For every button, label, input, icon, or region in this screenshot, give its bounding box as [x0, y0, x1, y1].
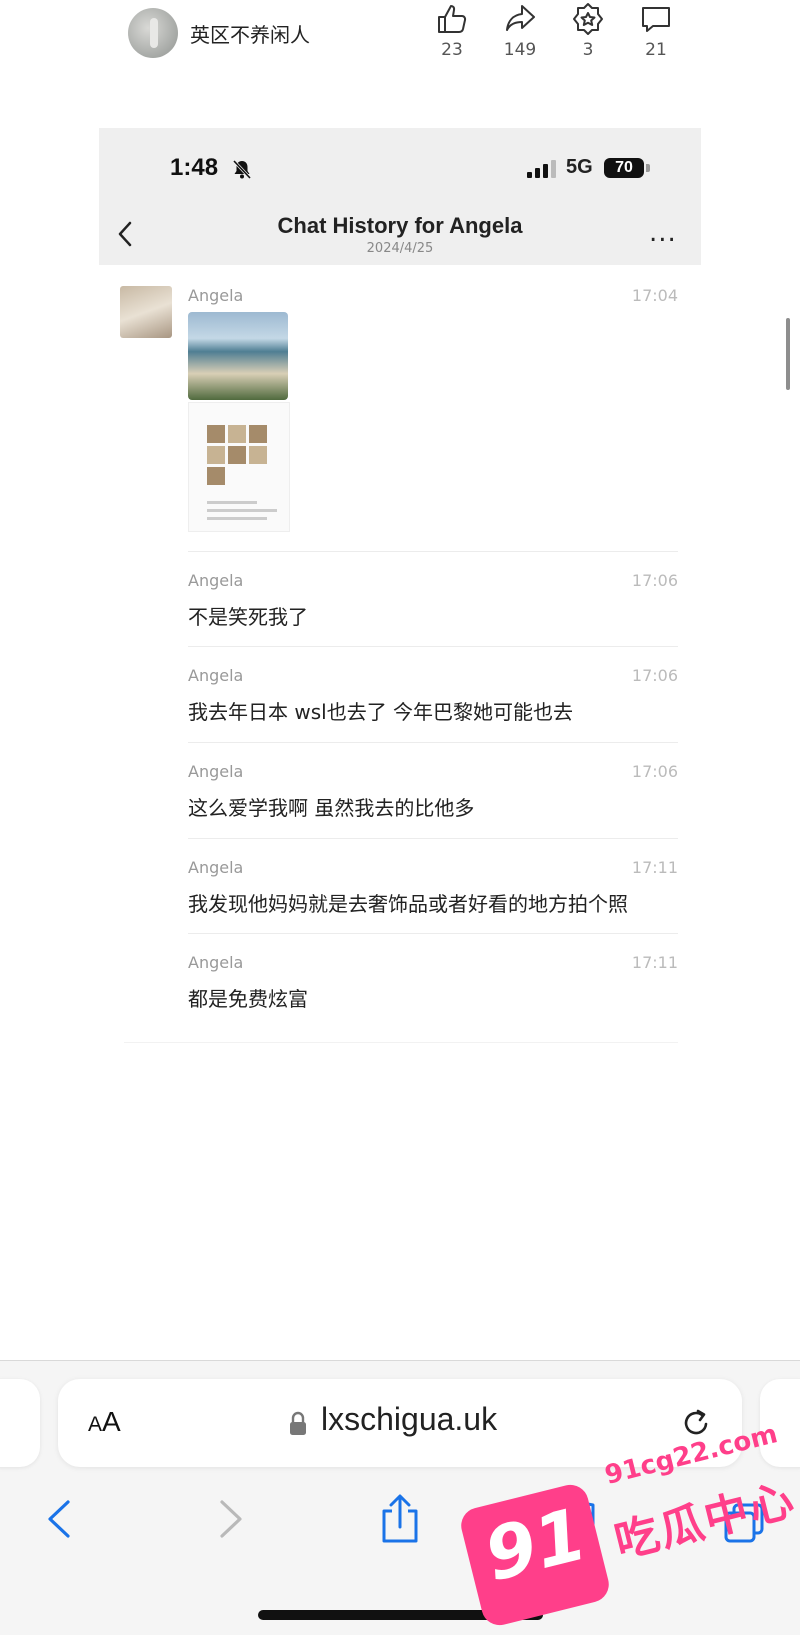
share-icon: [506, 5, 535, 31]
message-divider: [188, 742, 678, 743]
forward-button[interactable]: [218, 1499, 244, 1539]
chat-title: Chat History for Angela: [277, 213, 523, 238]
message-time: 17:11: [631, 953, 678, 972]
photo-screenshot[interactable]: [188, 402, 290, 532]
message-time: 17:04: [631, 286, 678, 305]
share-button[interactable]: 149: [486, 0, 554, 60]
chat-end-divider: [124, 1042, 678, 1043]
photo-beach[interactable]: [188, 312, 288, 400]
battery-icon: 70: [604, 158, 644, 178]
message-text: 都是免费炫富: [188, 987, 308, 1011]
comment-icon: [642, 7, 670, 32]
author-name[interactable]: 英区不养闲人: [190, 19, 310, 48]
back-button[interactable]: [46, 1499, 72, 1539]
comment-count: 21: [645, 40, 667, 60]
author-row[interactable]: 英区不养闲人: [128, 8, 310, 58]
chat-screenshot-header: 1:48 5G 70 Chat History for Angela 2024/…: [99, 128, 701, 265]
share-button[interactable]: [378, 1493, 422, 1545]
message-divider: [188, 838, 678, 839]
message-sender: Angela: [188, 953, 244, 972]
thumbs-up-icon: [438, 5, 467, 33]
share-count: 149: [503, 40, 537, 60]
network-type: 5G: [566, 156, 593, 178]
lock-icon: [290, 1411, 306, 1435]
message-divider: [188, 933, 678, 934]
message-sender: Angela: [188, 286, 244, 305]
message-text: 我发现他妈妈就是去奢饰品或者好看的地方拍个照: [188, 892, 628, 916]
message-time: 17:06: [631, 571, 678, 590]
message-text: 我去年日本 wsl也去了 今年巴黎她可能也去: [188, 700, 574, 724]
page-scrollbar[interactable]: [786, 318, 790, 390]
message-text: 不是笑死我了: [188, 605, 308, 629]
message-time: 17:06: [631, 762, 678, 781]
chat-date: 2024/4/25: [366, 241, 434, 256]
url-text[interactable]: lxschigua.uk: [321, 1401, 497, 1438]
status-time: 1:48: [170, 154, 219, 181]
battery-tip: [646, 164, 650, 172]
favorite-button[interactable]: 3: [554, 0, 622, 60]
message-divider: [188, 551, 678, 552]
message-divider: [188, 646, 678, 647]
more-options-icon[interactable]: ...: [649, 220, 677, 246]
like-button[interactable]: 23: [418, 0, 486, 60]
previous-tab-pill[interactable]: [0, 1379, 40, 1467]
message-sender: Angela: [188, 858, 244, 877]
message-sender: Angela: [188, 571, 244, 590]
message-sender: Angela: [188, 762, 244, 781]
page-settings-button[interactable]: AA: [88, 1406, 121, 1438]
photo-grid: [207, 425, 267, 485]
message-sender: Angela: [188, 666, 244, 685]
stats-bar: 23 149 3 21: [418, 0, 690, 60]
message-time: 17:11: [631, 858, 678, 877]
bell-muted-icon: [232, 159, 252, 180]
author-avatar[interactable]: [128, 8, 178, 58]
badge-star-icon: [573, 3, 603, 35]
comment-button[interactable]: 21: [622, 0, 690, 60]
signal-icon: [527, 160, 556, 178]
contact-avatar: [120, 286, 172, 338]
message-time: 17:06: [631, 666, 678, 685]
favorite-count: 3: [582, 40, 594, 60]
like-count: 23: [441, 40, 463, 60]
message-text: 这么爱学我啊 虽然我去的比他多: [188, 796, 475, 820]
